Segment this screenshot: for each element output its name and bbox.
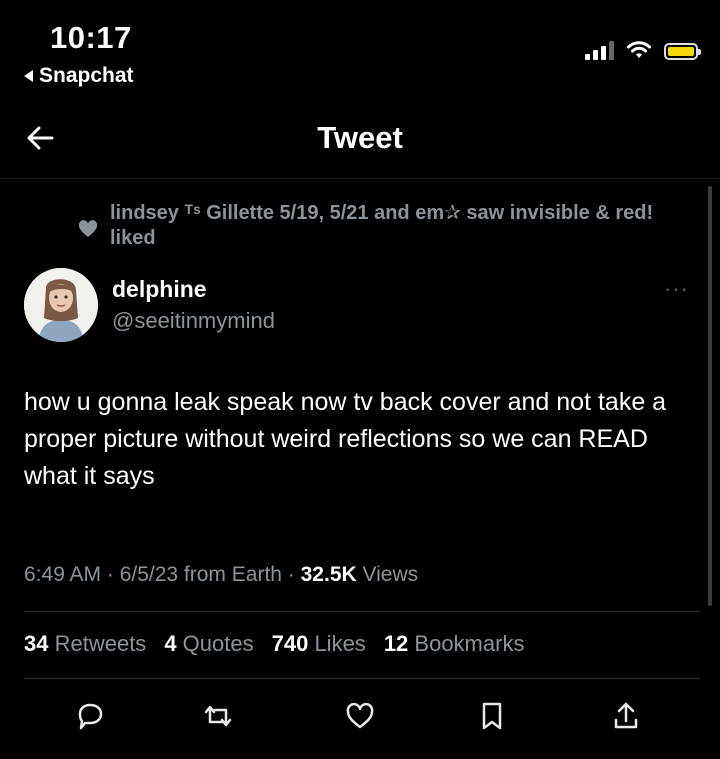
tweet-timestamp: 6:49 AM · 6/5/23 from Earth · [24, 563, 301, 586]
quotes-label: Quotes [176, 631, 254, 656]
bookmark-icon[interactable] [474, 698, 510, 734]
wifi-icon [627, 41, 651, 58]
likes-count: 740 [271, 631, 309, 656]
avatar[interactable] [24, 268, 98, 342]
back-to-app-link[interactable]: Snapchat [24, 64, 134, 88]
header-divider [0, 178, 720, 179]
author-handle[interactable]: @seeitinmymind [112, 308, 275, 334]
views-count[interactable]: 32.5K [301, 563, 357, 586]
share-icon[interactable] [608, 698, 644, 734]
quotes-count: 4 [164, 631, 177, 656]
battery-icon [664, 43, 701, 60]
retweet-icon[interactable] [200, 698, 236, 734]
signal-icon [585, 40, 614, 60]
back-app-label: Snapchat [39, 64, 134, 87]
reply-icon[interactable] [72, 698, 108, 734]
bookmarks-label: Bookmarks [408, 631, 525, 656]
tweet-stats: 34 Retweets 4 Quotes 740 Likes 12 Bookma… [24, 631, 542, 657]
quotes-stat[interactable]: 4 Quotes [164, 631, 253, 657]
like-icon[interactable] [342, 698, 378, 734]
scrollbar[interactable] [708, 186, 712, 606]
status-time: 10:17 [50, 20, 132, 55]
retweets-count: 34 [24, 631, 49, 656]
tweet-meta: 6:49 AM · 6/5/23 from Earth · 32.5K View… [24, 563, 418, 587]
social-context[interactable]: lindsey ᵀˢ Gillette 5/19, 5/21 and em✰ s… [110, 201, 680, 251]
divider [24, 678, 700, 679]
more-icon[interactable]: ··· [664, 276, 689, 302]
avatar-illustration [24, 268, 98, 342]
divider [24, 611, 700, 612]
author-name[interactable]: delphine [112, 276, 207, 303]
status-icons [585, 40, 701, 60]
heart-icon [78, 220, 98, 237]
likes-label: Likes [308, 631, 366, 656]
views-label: Views [356, 563, 419, 586]
retweets-label: Retweets [48, 631, 147, 656]
back-triangle-icon [24, 70, 33, 82]
page-title: Tweet [317, 120, 403, 155]
tweet-text: how u gonna leak speak now tv back cover… [24, 388, 667, 490]
bookmarks-stat[interactable]: 12 Bookmarks [384, 631, 525, 657]
retweets-stat[interactable]: 34 Retweets [24, 631, 146, 657]
likes-stat[interactable]: 740 Likes [272, 631, 366, 657]
bookmarks-count: 12 [383, 631, 409, 656]
